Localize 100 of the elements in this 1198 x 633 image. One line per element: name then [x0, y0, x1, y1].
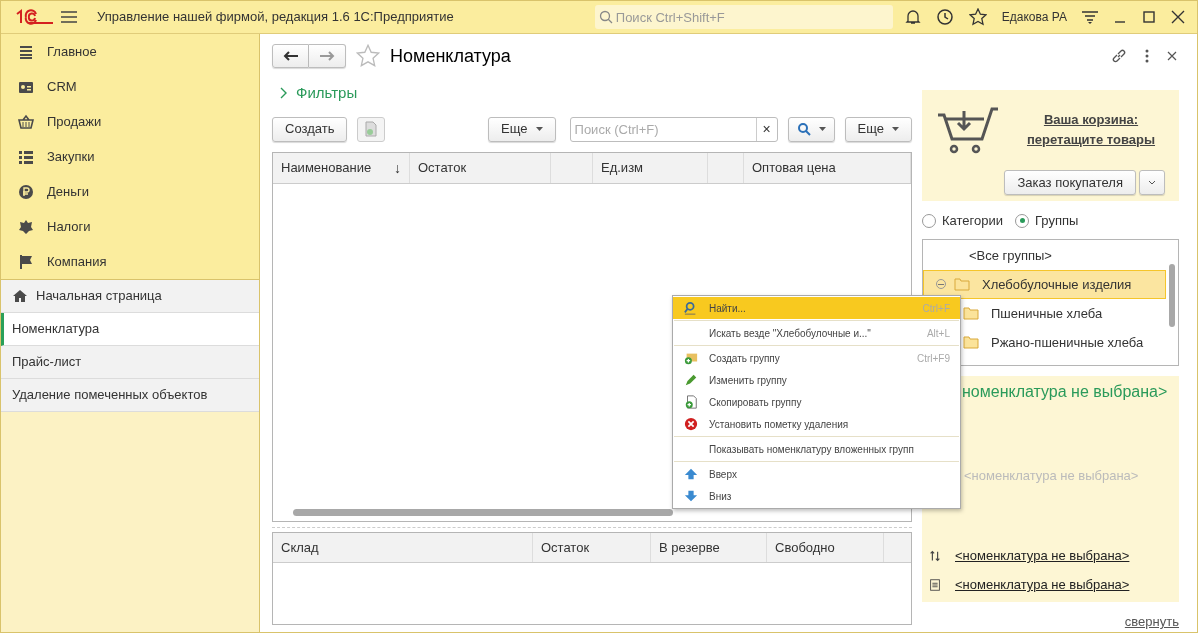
column-header[interactable]: Оптовая цена: [744, 153, 911, 183]
column-header[interactable]: Наименование ↓: [273, 153, 410, 183]
cart-icon: [936, 105, 998, 155]
filter-menu-icon[interactable]: [1082, 9, 1098, 25]
close-icon[interactable]: [1171, 10, 1185, 24]
caret-icon: [535, 127, 543, 131]
folder-add-icon: [684, 351, 698, 365]
user-name[interactable]: Едакова РА: [1001, 8, 1067, 26]
page-tab[interactable]: Номенклатура: [1, 313, 259, 346]
chevron-down-icon: [1148, 179, 1156, 185]
item-link[interactable]: <номенклатура не выбрана>: [955, 546, 1130, 566]
collapse-link[interactable]: свернуть: [1124, 612, 1179, 632]
search-icon: [598, 10, 613, 24]
link-icon[interactable]: [1111, 48, 1127, 64]
sort-mark: ↓: [394, 158, 401, 178]
menu-item[interactable]: Вниз: [673, 485, 960, 507]
column-header[interactable]: Остаток: [533, 533, 651, 562]
coin-icon: [18, 183, 34, 200]
tree-item[interactable]: Хлебобулочные изделия: [923, 269, 1166, 299]
radio-button[interactable]: [1015, 213, 1029, 228]
delete-icon: [684, 417, 698, 431]
basket-icon: [18, 113, 34, 130]
folder-icon: [963, 334, 979, 351]
section-item[interactable]: Главное: [1, 34, 259, 69]
column-header[interactable]: Склад: [273, 533, 533, 562]
item-detail: <номенклатура не выбрана>: [963, 466, 1140, 485]
star-icon[interactable]: [356, 44, 380, 68]
column-header[interactable]: В резерве: [651, 533, 767, 562]
radio-label: Группы: [1035, 212, 1079, 231]
menu-icon[interactable]: [61, 10, 77, 24]
down-arrow-icon: [684, 489, 698, 503]
scrollbar[interactable]: [1169, 263, 1175, 327]
column-header[interactable]: Остаток: [410, 153, 551, 183]
section-item[interactable]: Продажи: [1, 104, 259, 139]
caret-icon: [818, 127, 826, 131]
create-button[interactable]: Создать: [272, 116, 348, 142]
left-arrow-icon: [282, 51, 299, 61]
radio-button[interactable]: [922, 213, 936, 228]
more-button[interactable]: Еще: [844, 116, 912, 142]
grid-icon: [18, 148, 34, 165]
document-icon: [928, 578, 942, 592]
tree-label: Хлебобулочные изделия: [982, 275, 1132, 294]
menu-item[interactable]: Изменить группу: [673, 369, 960, 391]
menu-item[interactable]: Создать группу Ctrl+F9: [673, 347, 960, 369]
column-header[interactable]: Ед.изм: [593, 153, 708, 183]
chevron-icon: [280, 87, 288, 99]
caret-icon: [892, 127, 899, 131]
page-tab[interactable]: Прайс-лист: [1, 346, 259, 379]
menu-item[interactable]: Установить пометку удаления: [673, 413, 960, 435]
form-title: Номенклатура: [390, 44, 511, 68]
tree-item[interactable]: <Все группы>: [923, 240, 1166, 270]
menu-item[interactable]: Вверх: [673, 463, 960, 485]
back-button[interactable]: [272, 44, 309, 68]
search-field[interactable]: Поиск Ctrl+Shift+F: [594, 5, 893, 29]
clear-button[interactable]: ×: [755, 117, 777, 141]
menu-item[interactable]: Найти... Ctrl+F: [673, 297, 960, 319]
lines-icon: [18, 43, 34, 60]
more-icon[interactable]: [1145, 49, 1149, 63]
tree-label: Пшеничные хлеба: [991, 304, 1103, 323]
window-title: Управление нашей фирмой, редакция 1.6 1С:Предприятие: [97, 8, 454, 27]
home-icon: [12, 288, 28, 304]
right-arrow-icon: [319, 51, 335, 61]
section-item[interactable]: Закупки: [1, 139, 259, 174]
section-item[interactable]: CRM: [1, 69, 259, 104]
swap-arrows-icon: [928, 549, 942, 563]
filters-toggle[interactable]: Фильтры: [280, 84, 912, 102]
logo-icon: [15, 9, 55, 25]
folder-icon: [963, 305, 979, 322]
flag-icon: [18, 253, 34, 270]
menu-item[interactable]: Скопировать группу: [673, 391, 960, 413]
pencil-icon: [684, 373, 698, 387]
page-tab[interactable]: Удаление помеченных объектов: [1, 379, 259, 412]
search-button[interactable]: [787, 116, 835, 142]
search-icon: [796, 122, 811, 136]
section-item[interactable]: Налоги: [1, 209, 259, 244]
menu-item[interactable]: Показывать номенклатуру вложенных групп: [673, 438, 960, 460]
star-icon[interactable]: [968, 8, 987, 26]
radio-label: Категории: [942, 212, 1003, 231]
emblem-icon: [18, 218, 34, 235]
page-tab[interactable]: Начальная страница: [1, 280, 259, 313]
more-button[interactable]: Еще: [488, 116, 556, 142]
history-icon[interactable]: [935, 8, 954, 26]
maximize-icon[interactable]: [1142, 10, 1156, 24]
section-item[interactable]: Деньги: [1, 174, 259, 209]
tree-label: <Все группы>: [969, 246, 1052, 265]
order-button[interactable]: Заказ покупателя: [1004, 169, 1136, 195]
item-link[interactable]: <номенклатура не выбрана>: [955, 575, 1130, 595]
copy-icon: [684, 395, 698, 409]
folder-icon: [954, 276, 970, 293]
column-header[interactable]: Свободно: [767, 533, 884, 562]
item-name: номенклатура не выбрана>: [961, 381, 1169, 402]
menu-item[interactable]: Искать везде "Хлебобулочные и..." Alt+L: [673, 322, 960, 344]
search-icon: [684, 301, 698, 315]
close-icon[interactable]: [1167, 51, 1177, 61]
section-item[interactable]: Компания: [1, 244, 259, 279]
scrollbar[interactable]: [293, 509, 673, 516]
bell-icon[interactable]: [904, 9, 921, 25]
up-arrow-icon: [684, 467, 698, 481]
tree-label: Ржано-пшеничные хлеба: [991, 333, 1144, 352]
cart-link[interactable]: Ваша корзина: перетащите товары: [1021, 110, 1161, 149]
